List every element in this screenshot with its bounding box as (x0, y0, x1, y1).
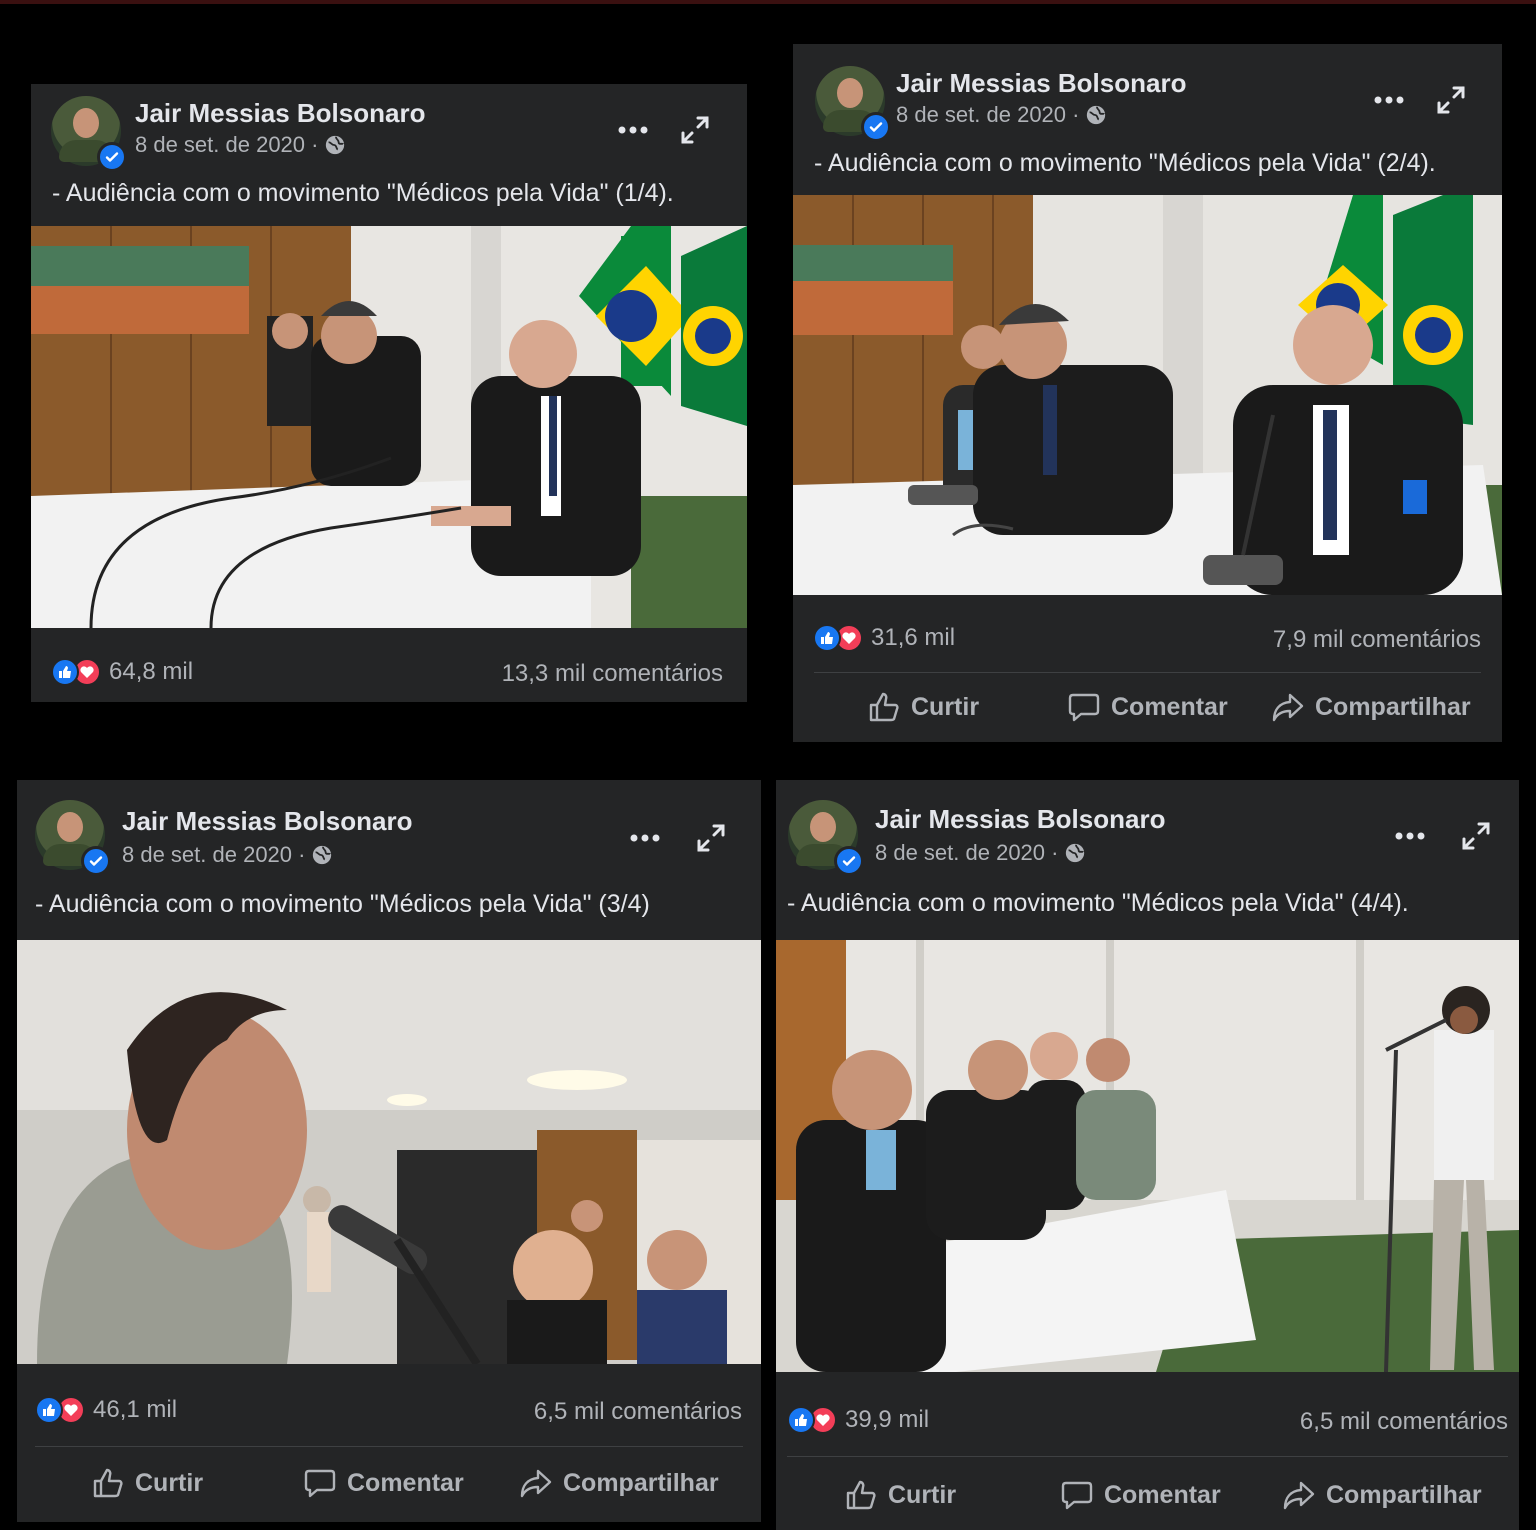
share-label: Compartilhar (1315, 692, 1471, 721)
comment-button[interactable]: Comentar (303, 1466, 464, 1500)
author-name[interactable]: Jair Messias Bolsonaro (122, 806, 412, 837)
share-button[interactable]: Compartilhar (519, 1466, 719, 1500)
post-date-text: 8 de set. de 2020 · (135, 132, 319, 157)
like-button[interactable]: Curtir (844, 1478, 956, 1512)
actions-divider (787, 1456, 1508, 1457)
thumbs-up-icon (869, 692, 899, 722)
post-card-4: Jair Messias Bolsonaro 8 de set. de 2020… (776, 780, 1519, 1530)
comment-button[interactable]: Comentar (1067, 690, 1228, 724)
like-label: Curtir (135, 1468, 204, 1497)
comment-bubble-icon (304, 1469, 336, 1498)
reaction-count: 64,8 mil (109, 658, 194, 685)
share-arrow-icon (520, 1469, 552, 1498)
reaction-count: 39,9 mil (845, 1406, 930, 1433)
reactions-summary[interactable]: 46,1 mil (35, 1396, 177, 1424)
share-arrow-icon (1283, 1481, 1315, 1510)
verified-badge-icon (834, 846, 864, 876)
post-date-text: 8 de set. de 2020 · (875, 840, 1059, 865)
post-photo[interactable] (776, 940, 1519, 1372)
like-button[interactable]: Curtir (867, 690, 979, 724)
comment-button[interactable]: Comentar (1060, 1478, 1221, 1512)
post-caption: - Audiência com o movimento "Médicos pel… (35, 890, 650, 918)
actions-divider (35, 1446, 743, 1447)
post-card-2: Jair Messias Bolsonaro 8 de set. de 2020… (793, 44, 1502, 742)
post-caption: - Audiência com o movimento "Médicos pel… (52, 179, 674, 207)
post-date[interactable]: 8 de set. de 2020 · (875, 840, 1086, 866)
author-name[interactable]: Jair Messias Bolsonaro (135, 98, 425, 129)
verified-badge-icon (861, 112, 891, 142)
comment-count[interactable]: 6,5 mil comentários (1300, 1408, 1508, 1436)
expand-icon[interactable] (691, 818, 731, 858)
comment-bubble-icon (1061, 1481, 1093, 1510)
reaction-count: 46,1 mil (93, 1396, 178, 1423)
comment-count[interactable]: 7,9 mil comentários (1273, 626, 1481, 654)
comment-label: Comentar (347, 1468, 464, 1497)
expand-icon[interactable] (675, 110, 715, 150)
reactions-summary[interactable]: 31,6 mil (813, 624, 955, 652)
comment-bubble-icon (1068, 693, 1100, 722)
comment-count[interactable]: 13,3 mil comentários (502, 660, 723, 688)
meeting-photo-image (31, 226, 747, 628)
author-avatar[interactable] (788, 800, 864, 876)
thumbs-up-icon (846, 1480, 876, 1510)
post-caption: - Audiência com o movimento "Médicos pel… (787, 889, 1409, 917)
share-label: Compartilhar (1326, 1480, 1482, 1509)
author-name[interactable]: Jair Messias Bolsonaro (896, 68, 1186, 99)
post-date[interactable]: 8 de set. de 2020 · (896, 102, 1107, 128)
share-button[interactable]: Compartilhar (1271, 690, 1471, 724)
expand-icon[interactable] (1456, 816, 1496, 856)
like-button[interactable]: Curtir (91, 1466, 203, 1500)
post-photo[interactable] (17, 940, 761, 1364)
share-button[interactable]: Compartilhar (1282, 1478, 1482, 1512)
author-name[interactable]: Jair Messias Bolsonaro (875, 804, 1165, 835)
author-avatar[interactable] (815, 66, 891, 142)
meeting-photo-image (776, 940, 1519, 1372)
post-photo[interactable] (31, 226, 747, 628)
globe-icon (1066, 843, 1085, 863)
verified-badge-icon (81, 846, 111, 876)
like-label: Curtir (911, 692, 980, 721)
author-avatar[interactable] (51, 96, 127, 172)
post-date[interactable]: 8 de set. de 2020 · (135, 132, 346, 158)
author-avatar[interactable] (35, 800, 111, 876)
reactions-summary[interactable]: 64,8 mil (51, 658, 193, 686)
thumbs-up-icon (813, 624, 841, 652)
share-arrow-icon (1272, 693, 1304, 722)
reactions-summary[interactable]: 39,9 mil (787, 1406, 929, 1434)
thumbs-up-icon (35, 1396, 63, 1424)
comment-label: Comentar (1104, 1480, 1221, 1509)
post-date-text: 8 de set. de 2020 · (896, 102, 1080, 127)
verified-badge-icon (97, 142, 127, 172)
top-border (0, 0, 1536, 4)
post-caption: - Audiência com o movimento "Médicos pel… (814, 149, 1436, 177)
actions-divider (814, 672, 1481, 673)
more-options-icon[interactable] (1369, 80, 1409, 120)
more-options-icon[interactable] (613, 110, 653, 150)
expand-icon[interactable] (1431, 80, 1471, 120)
thumbs-up-icon (51, 658, 79, 686)
thumbs-up-icon (787, 1406, 815, 1434)
thumbs-up-icon (93, 1468, 123, 1498)
post-date-text: 8 de set. de 2020 · (122, 842, 306, 867)
comment-label: Comentar (1111, 692, 1228, 721)
post-card-1: Jair Messias Bolsonaro 8 de set. de 2020… (31, 84, 747, 702)
post-date[interactable]: 8 de set. de 2020 · (122, 842, 333, 868)
globe-icon (326, 135, 345, 155)
more-options-icon[interactable] (625, 818, 665, 858)
post-photo[interactable] (793, 195, 1502, 595)
comment-count[interactable]: 6,5 mil comentários (534, 1398, 742, 1426)
meeting-photo-image (17, 940, 761, 1364)
reaction-count: 31,6 mil (871, 624, 956, 651)
globe-icon (313, 845, 332, 865)
like-label: Curtir (888, 1480, 957, 1509)
more-options-icon[interactable] (1390, 816, 1430, 856)
share-label: Compartilhar (563, 1468, 719, 1497)
post-card-3: Jair Messias Bolsonaro 8 de set. de 2020… (17, 780, 761, 1522)
meeting-photo-image (793, 195, 1502, 595)
globe-icon (1087, 105, 1106, 125)
